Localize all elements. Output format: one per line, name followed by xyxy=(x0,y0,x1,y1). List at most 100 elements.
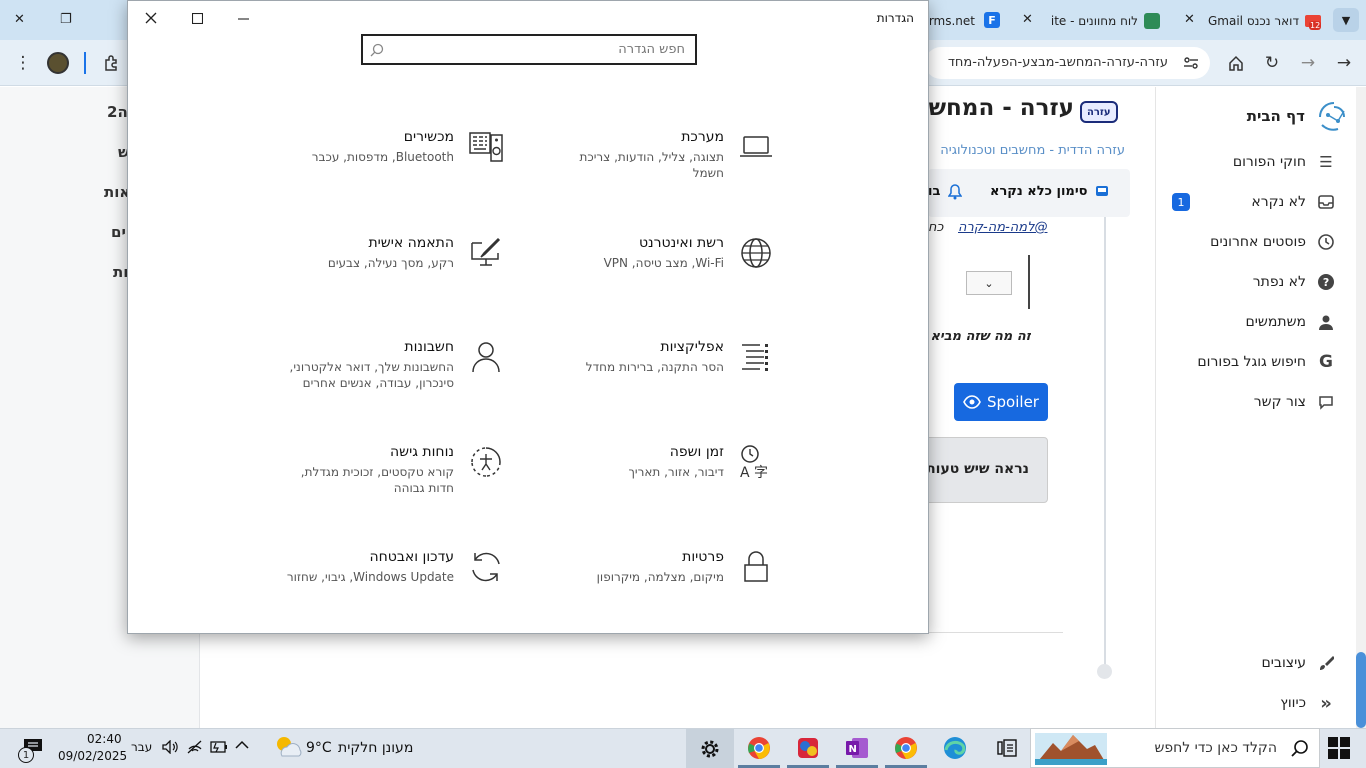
sidebar-item-contact[interactable]: צור קשר xyxy=(1254,390,1336,414)
category-tag[interactable]: עזרה xyxy=(1080,101,1118,123)
chrome-icon[interactable] xyxy=(891,733,921,763)
tile-privacy[interactable]: פרטיות מיקום, מצלמה, מיקרופון xyxy=(484,549,774,629)
tab-forms[interactable]: rms.net/ xyxy=(930,6,975,36)
breadcrumb[interactable]: עזרה הדדית - מחשבים וטכנולוגיה xyxy=(940,143,1125,158)
paint-screen-icon xyxy=(468,235,504,271)
minimize-icon xyxy=(237,17,249,20)
menu-lines-icon: ☰ xyxy=(1319,153,1333,171)
sidebar-item-google-search[interactable]: G חיפוש גוגל בפורום xyxy=(1197,350,1336,374)
tile-ease-of-access[interactable]: נוחות גישה קורא טקסטים, זכוכית מגדלת, חד… xyxy=(214,444,504,524)
edge-icon[interactable] xyxy=(940,733,970,763)
show-hidden-icons-chevron-icon[interactable] xyxy=(235,740,249,750)
mark-unread-button[interactable]: סימון כלא נקרא xyxy=(990,184,1088,199)
weather-condition[interactable]: מעונן חלקית xyxy=(338,740,413,756)
clock-icon xyxy=(1316,232,1336,252)
globe-icon xyxy=(738,235,774,271)
tile-devices[interactable]: מכשירים Bluetooth, מדפסות, עכבר xyxy=(214,129,504,209)
tile-apps[interactable]: אפליקציות הסר התקנה, ברירות מחדל xyxy=(484,339,774,419)
tab-close-icon[interactable]: ✕ xyxy=(1022,12,1033,27)
unread-count-badge: 1 xyxy=(1172,193,1190,211)
avatar[interactable] xyxy=(47,52,69,74)
battery-icon[interactable] xyxy=(210,741,228,753)
home-icon[interactable] xyxy=(1225,52,1247,74)
search-icon xyxy=(370,43,384,57)
close-button[interactable] xyxy=(128,5,174,31)
task-view-icon[interactable] xyxy=(992,733,1022,763)
minimize-button[interactable] xyxy=(220,5,266,31)
tile-time-language[interactable]: A字 זמן ושפה דיבור, אזור, תאריך xyxy=(484,444,774,524)
game-app-icon[interactable] xyxy=(793,733,823,763)
sidebar-item-unread[interactable]: לא נקרא xyxy=(1251,190,1336,214)
clock-time[interactable]: 02:40 xyxy=(87,732,122,746)
tile-system[interactable]: מערכת תצוגה, צליל, הודעות, צריכת חשמל xyxy=(484,129,774,209)
sidebar-item-users[interactable]: משתמשים xyxy=(1246,310,1336,334)
quote-expand-chevron-icon[interactable]: ⌄ xyxy=(966,271,1012,295)
person-icon xyxy=(468,339,504,375)
forum-logo-icon[interactable] xyxy=(1316,99,1350,135)
onenote-icon[interactable]: N xyxy=(842,733,872,763)
maximize-button[interactable] xyxy=(174,5,220,31)
settings-app-active[interactable] xyxy=(686,729,734,768)
tab-label: דואר נכנס Gmail xyxy=(1208,14,1300,28)
sidebar-item-themes[interactable]: עיצובים xyxy=(1261,651,1336,675)
more-menu-icon[interactable]: ⋮ xyxy=(12,52,34,74)
tab-label: לוח מחוונים - ite xyxy=(1050,14,1138,28)
bell-icon[interactable] xyxy=(948,184,962,200)
forward-arrow-icon[interactable]: → xyxy=(1297,52,1319,74)
tab-list-chevron-icon[interactable]: ▼ xyxy=(1333,8,1359,32)
tab-gmail[interactable]: 12 דואר נכנס Gmail xyxy=(1208,6,1323,36)
input-language-indicator[interactable]: עבר xyxy=(131,740,152,754)
sidebar-item-recent[interactable]: פוסטים אחרונים xyxy=(1210,230,1336,254)
spoiler-button[interactable]: Spoiler xyxy=(954,383,1048,421)
browser-close-icon[interactable]: ✕ xyxy=(14,12,25,27)
tile-network[interactable]: רשת ואינטרנט Wi-Fi, מצב טיסה, VPN xyxy=(484,235,774,315)
svg-text:N: N xyxy=(849,744,857,755)
time-language-icon: A字 xyxy=(738,444,774,480)
tab-close-icon[interactable]: ✕ xyxy=(1184,12,1195,27)
page-scrollbar-thumb[interactable] xyxy=(1356,652,1366,728)
mention-link[interactable]: @למה-מה-קרה xyxy=(958,220,1047,235)
inbox-icon xyxy=(1094,183,1110,199)
weather-temp[interactable]: 9°C xyxy=(306,740,332,756)
clock-date[interactable]: 09/02/2025 xyxy=(58,749,127,763)
browser-restore-icon[interactable]: ❐ xyxy=(60,12,72,27)
search-icon xyxy=(1291,739,1309,757)
extensions-icon[interactable] xyxy=(101,52,123,74)
app-list-icon xyxy=(738,339,774,375)
timeline-dot[interactable] xyxy=(1097,664,1112,679)
gmail-icon: 12 xyxy=(1305,13,1323,30)
gmail-badge: 12 xyxy=(1309,21,1322,30)
svg-text:字: 字 xyxy=(754,465,768,480)
post-preview-cut: נראה שיש טעות xyxy=(928,437,1048,503)
user-icon xyxy=(1316,312,1336,332)
url-text: עזרה-עזרה-המחשב-מבצע-הפעלה-מחד xyxy=(947,55,1168,70)
quote-text-cut: זה מה שזה מביא לי xyxy=(928,329,1031,344)
back-arrow-icon[interactable]: → xyxy=(1333,52,1355,74)
mention-text-cut: כח xyxy=(928,220,944,235)
page-scrollbar-track[interactable] xyxy=(1356,87,1366,728)
weather-partly-cloudy-icon[interactable] xyxy=(274,734,302,760)
wifi-icon[interactable] xyxy=(187,740,203,754)
forms-favicon: F xyxy=(984,12,1000,28)
start-button[interactable] xyxy=(1328,737,1350,759)
sidebar-item-rules[interactable]: ☰ חוקי הפורום xyxy=(1233,150,1336,174)
volume-icon[interactable] xyxy=(162,740,180,754)
address-bar[interactable]: עזרה-עזרה-המחשב-מבצע-הפעלה-מחד xyxy=(925,47,1210,79)
taskbar-search-box[interactable]: הקלד כאן כדי לחפש xyxy=(1030,728,1320,768)
inbox-icon xyxy=(1316,192,1336,212)
sidebar-item-collapse[interactable]: « כיווץ xyxy=(1280,691,1336,715)
watch-button-cut[interactable]: בו xyxy=(928,184,940,199)
settings-search-input[interactable] xyxy=(363,36,695,63)
chrome-icon[interactable] xyxy=(744,733,774,763)
tile-update-security[interactable]: עדכון ואבטחה Windows Update, גיבוי, שחזו… xyxy=(214,549,504,629)
reload-icon[interactable]: ↻ xyxy=(1261,52,1283,74)
sidebar-home[interactable]: דף הבית xyxy=(1247,107,1305,125)
tab-dashboard[interactable]: לוח מחוונים - ite xyxy=(1050,6,1160,36)
close-icon xyxy=(145,12,157,24)
sidebar-item-unsolved[interactable]: ? לא נפתר xyxy=(1253,270,1336,294)
settings-search-box[interactable] xyxy=(361,34,697,65)
tile-accounts[interactable]: חשבונות החשבונות שלך, דואר אלקטרוני, סינ… xyxy=(214,339,504,419)
ease-of-access-icon xyxy=(468,444,504,480)
tile-personalization[interactable]: התאמה אישית רקע, מסך נעילה, צבעים xyxy=(214,235,504,315)
site-settings-icon[interactable] xyxy=(1182,54,1200,72)
